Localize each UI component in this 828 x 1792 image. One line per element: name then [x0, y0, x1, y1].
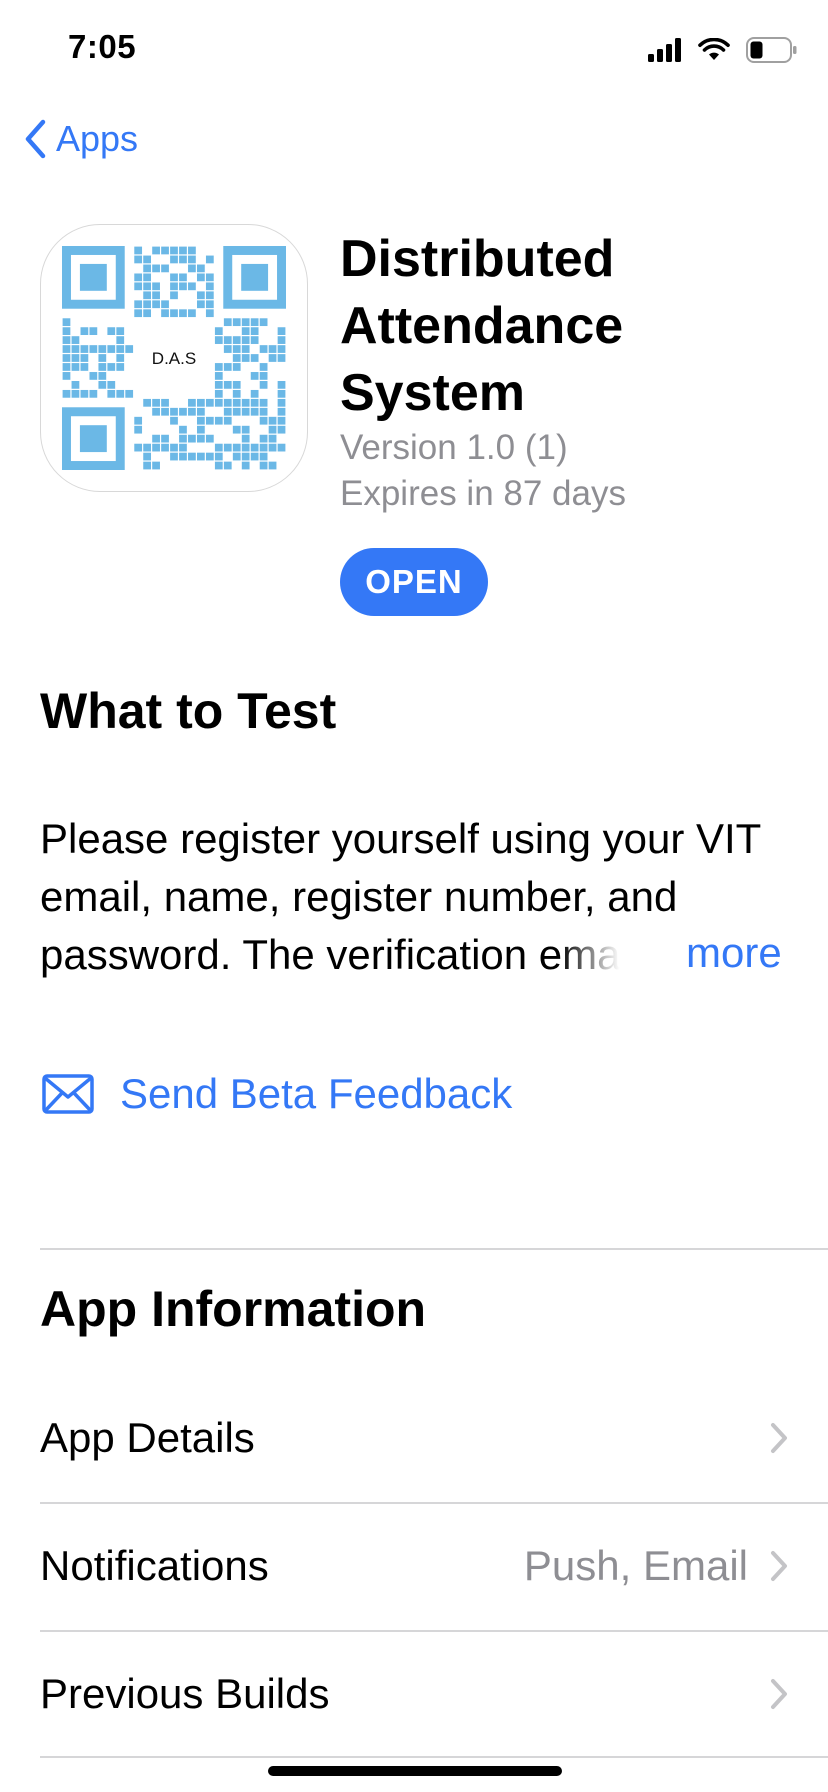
what-to-test-text: Please register yourself using your VIT …	[40, 815, 761, 978]
cellular-signal-icon	[648, 38, 681, 62]
divider	[40, 1756, 828, 1758]
row-label: App Details	[40, 1414, 255, 1461]
chevron-right-icon	[771, 1551, 787, 1581]
app-details-row[interactable]: App Details	[40, 1374, 788, 1502]
envelope-icon	[42, 1074, 94, 1114]
divider	[40, 1248, 828, 1250]
back-label: Apps	[56, 118, 139, 159]
app-icon-text: D.A.S	[151, 349, 195, 368]
back-button[interactable]: Apps	[24, 118, 138, 160]
notifications-value: Push, Email	[523, 1542, 748, 1589]
app-information-heading: App Information	[40, 1281, 427, 1337]
row-label: Notifications	[40, 1542, 269, 1589]
notifications-row[interactable]: Notifications Push, Email	[40, 1502, 788, 1630]
previous-builds-row[interactable]: Previous Builds	[40, 1630, 788, 1758]
row-label: Previous Builds	[40, 1670, 330, 1717]
what-to-test-heading: What to Test	[40, 683, 337, 739]
app-title: Distributed Attendance System	[340, 230, 624, 422]
send-beta-feedback-label: Send Beta Feedback	[120, 1070, 513, 1117]
status-icons	[648, 36, 798, 64]
chevron-left-icon	[25, 119, 46, 159]
more-link[interactable]: more	[686, 924, 782, 982]
send-beta-feedback-button[interactable]: Send Beta Feedback	[42, 1070, 512, 1118]
open-button[interactable]: OPEN	[340, 548, 488, 616]
chevron-right-icon	[771, 1679, 787, 1709]
text-fade	[559, 926, 630, 984]
home-indicator	[268, 1766, 562, 1776]
status-time: 7:05	[68, 28, 137, 65]
app-expires: Expires in 87 days	[340, 474, 626, 513]
wifi-icon	[698, 38, 730, 60]
battery-icon	[746, 37, 797, 63]
chevron-right-icon	[771, 1423, 787, 1453]
app-icon: D.A.S	[40, 224, 308, 492]
qr-code-image: D.A.S	[61, 245, 286, 470]
app-version: Version 1.0 (1)	[340, 428, 568, 467]
